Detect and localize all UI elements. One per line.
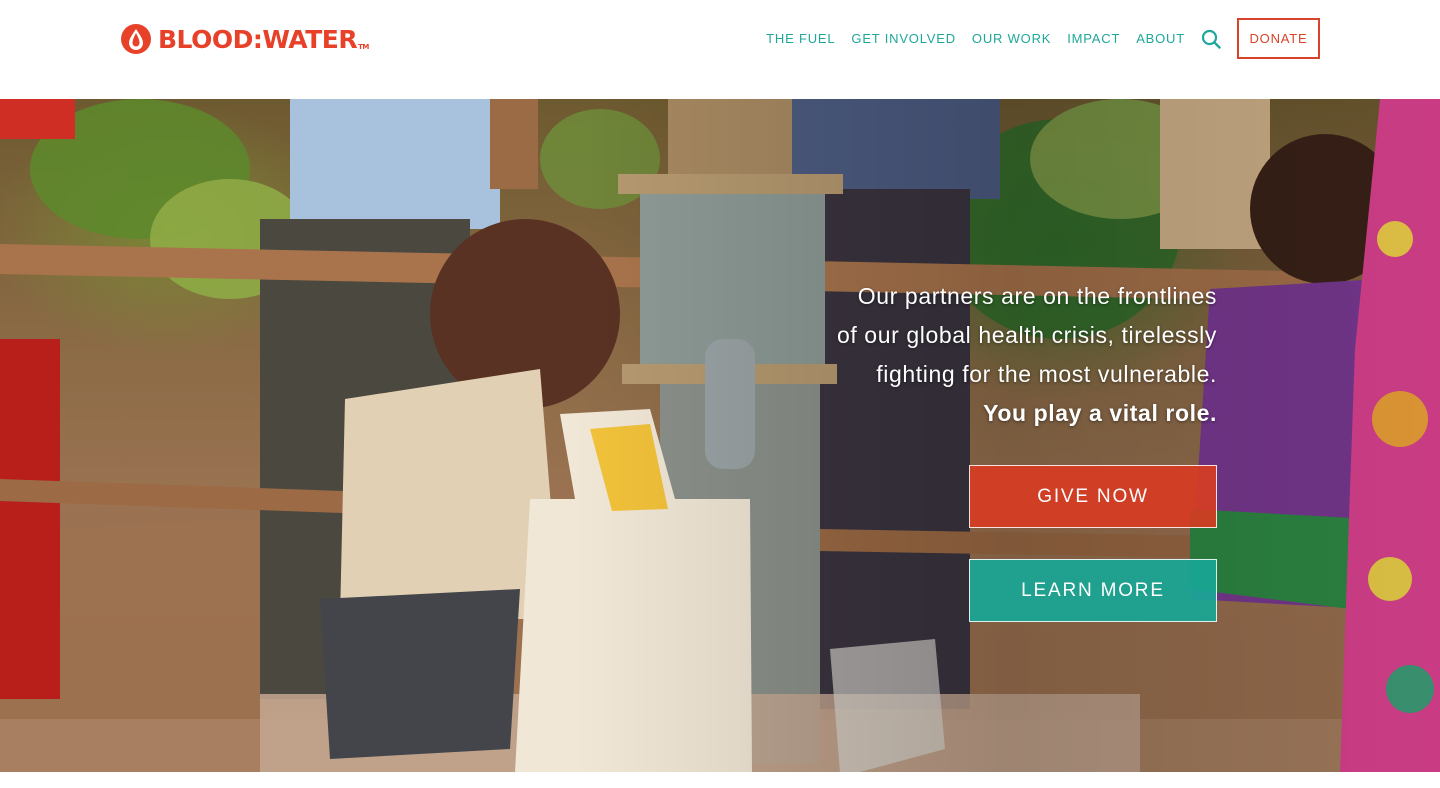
- hero-emphasis: You play a vital role.: [983, 400, 1217, 426]
- search-icon[interactable]: [1201, 29, 1221, 49]
- hero-banner: Our partners are on the frontlines of ou…: [0, 99, 1440, 772]
- nav-item-the-fuel[interactable]: THE FUEL: [766, 31, 835, 46]
- logo-text: BLOOD:WATER: [158, 24, 358, 54]
- nav-item-about[interactable]: ABOUT: [1136, 31, 1185, 46]
- hero-line-2: of our global health crisis, tirelessly: [836, 322, 1217, 348]
- nav-item-impact[interactable]: IMPACT: [1067, 31, 1120, 46]
- hero-message: Our partners are on the frontlines of ou…: [757, 277, 1217, 433]
- logo-trademark: TM: [358, 42, 369, 51]
- nav-item-our-work[interactable]: OUR WORK: [972, 31, 1051, 46]
- give-now-button[interactable]: GIVE NOW: [969, 465, 1217, 528]
- donate-button[interactable]: DONATE: [1237, 18, 1320, 59]
- page-bottom-strip: [0, 772, 1440, 788]
- main-nav: THE FUEL GET INVOLVED OUR WORK IMPACT AB…: [766, 18, 1320, 59]
- nav-item-get-involved[interactable]: GET INVOLVED: [851, 31, 955, 46]
- hero-overlay: [0, 99, 1440, 772]
- blood-water-logo[interactable]: BLOOD:WATER TM: [120, 22, 369, 56]
- blood-drop-icon: [121, 24, 151, 54]
- site-header: BLOOD:WATER TM THE FUEL GET INVOLVED OUR…: [0, 0, 1440, 99]
- hero-line-1: Our partners are on the frontlines: [857, 283, 1217, 309]
- logo-wordmark: BLOOD:WATER TM: [158, 25, 369, 54]
- learn-more-button[interactable]: LEARN MORE: [969, 559, 1217, 622]
- hero-line-3: fighting for the most vulnerable.: [876, 361, 1217, 387]
